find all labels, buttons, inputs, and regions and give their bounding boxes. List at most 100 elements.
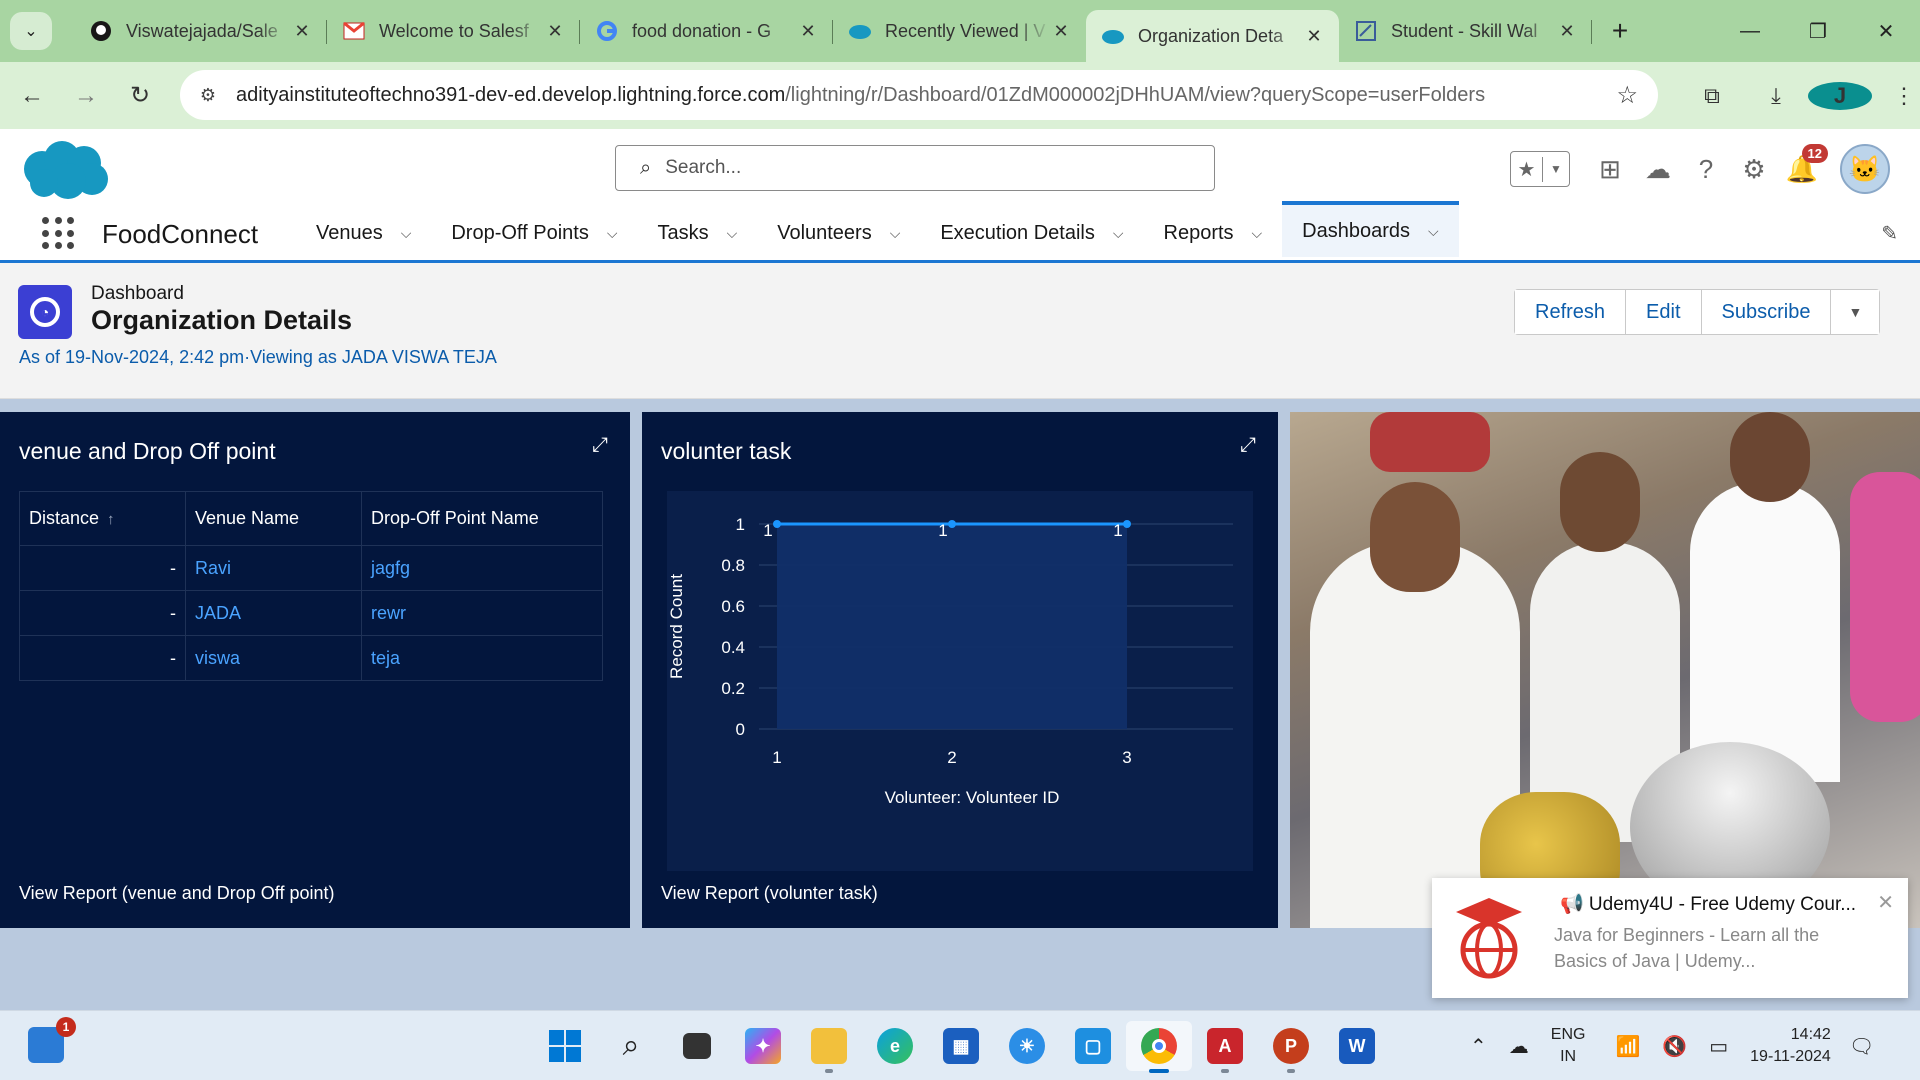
- profile-avatar[interactable]: J: [1808, 81, 1872, 110]
- nav-item-volunteers[interactable]: Volunteers ⌵: [757, 205, 920, 261]
- chrome-icon[interactable]: [1126, 1021, 1192, 1073]
- view-report-link[interactable]: View Report (volunter task): [661, 883, 878, 904]
- close-icon[interactable]: ✕: [1877, 890, 1894, 915]
- phone-link-icon[interactable]: ▢: [1060, 1021, 1126, 1071]
- chevron-down-icon[interactable]: ⌵: [727, 225, 738, 242]
- close-icon[interactable]: ✕: [797, 21, 819, 42]
- chevron-down-icon[interactable]: ⌵: [1428, 223, 1439, 240]
- dropoff-link[interactable]: rewr: [361, 590, 603, 636]
- edge-icon[interactable]: e: [862, 1021, 928, 1071]
- y-axis-label: Record Count: [667, 574, 686, 679]
- close-icon[interactable]: ✕: [1556, 21, 1578, 42]
- subscribe-button[interactable]: Subscribe: [1701, 290, 1832, 334]
- word-icon[interactable]: W: [1324, 1021, 1390, 1071]
- chevron-down-icon[interactable]: ⌵: [1252, 225, 1263, 242]
- close-window-icon[interactable]: ✕: [1852, 19, 1920, 44]
- refresh-button[interactable]: Refresh: [1515, 290, 1627, 334]
- weather-icon[interactable]: ☀: [994, 1021, 1060, 1071]
- nav-item-reports[interactable]: Reports ⌵: [1144, 205, 1283, 261]
- task-view-icon[interactable]: [664, 1021, 730, 1071]
- notification-badge: 12: [1801, 143, 1828, 163]
- chevron-down-icon[interactable]: ⌵: [1113, 225, 1124, 242]
- clock[interactable]: 14:42 19-11-2024: [1750, 1024, 1831, 1068]
- nav-item-tasks[interactable]: Tasks ⌵: [637, 205, 757, 261]
- more-actions-dropdown[interactable]: ▼: [1831, 290, 1880, 334]
- close-icon[interactable]: ✕: [291, 21, 313, 42]
- tab-search-button[interactable]: ⌄: [10, 12, 52, 50]
- wifi-icon[interactable]: 📶: [1615, 1034, 1640, 1059]
- reload-icon[interactable]: ↻: [118, 81, 162, 110]
- expand-icon[interactable]: ⤢: [592, 434, 608, 457]
- notification-center-icon[interactable]: 🗨: [1849, 1034, 1874, 1059]
- browser-tab[interactable]: Welcome to Salesf ✕: [327, 0, 580, 62]
- chevron-down-icon[interactable]: ⌵: [401, 225, 412, 242]
- y-tick-label: 0.6: [721, 597, 745, 616]
- powerpoint-icon[interactable]: P: [1258, 1021, 1324, 1073]
- speaker-muted-icon[interactable]: 🔇: [1662, 1034, 1687, 1059]
- browser-tab[interactable]: Recently Viewed | V ✕: [833, 0, 1086, 62]
- help-icon[interactable]: ?: [1682, 154, 1730, 185]
- language-indicator[interactable]: ENG IN: [1551, 1024, 1586, 1068]
- view-report-link[interactable]: View Report (venue and Drop Off point): [19, 883, 335, 904]
- acrobat-icon[interactable]: A: [1192, 1021, 1258, 1073]
- file-explorer-icon[interactable]: [796, 1021, 862, 1073]
- back-arrow-icon[interactable]: ←: [10, 82, 54, 110]
- expand-icon[interactable]: ⤢: [1240, 434, 1256, 457]
- forward-arrow-icon[interactable]: →: [64, 82, 108, 110]
- address-bar[interactable]: ⚙ adityainstituteoftechno391-dev-ed.deve…: [180, 70, 1658, 120]
- widgets-icon[interactable]: 1: [28, 1017, 76, 1063]
- dropoff-link[interactable]: teja: [361, 635, 603, 681]
- chevron-down-icon[interactable]: ⌵: [607, 225, 618, 242]
- close-icon[interactable]: ✕: [1050, 21, 1072, 42]
- new-tab-button[interactable]: +: [1602, 15, 1638, 47]
- browser-tab-active[interactable]: Organization Deta ✕: [1086, 10, 1339, 62]
- microsoft-store-icon[interactable]: ▦: [928, 1021, 994, 1071]
- user-avatar[interactable]: 🐱: [1840, 144, 1890, 194]
- copilot-icon[interactable]: ✦: [730, 1021, 796, 1071]
- nav-item-drop-off-points[interactable]: Drop-Off Points ⌵: [431, 205, 637, 261]
- edit-nav-pencil-icon[interactable]: ✎: [1881, 221, 1898, 246]
- trailhead-icon[interactable]: ☁: [1634, 154, 1682, 185]
- data-label: 1: [938, 521, 947, 540]
- onedrive-cloud-icon[interactable]: ☁: [1509, 1034, 1529, 1059]
- start-windows-icon[interactable]: [532, 1021, 598, 1071]
- salesforce-logo[interactable]: [20, 139, 112, 201]
- global-actions-plus-icon[interactable]: ⊞: [1586, 154, 1634, 185]
- venue-link[interactable]: viswa: [185, 635, 362, 681]
- chevron-up-icon[interactable]: ⌃: [1470, 1034, 1487, 1059]
- minimize-icon[interactable]: —: [1716, 20, 1784, 43]
- bookmark-star-icon[interactable]: ☆: [1616, 81, 1638, 110]
- browser-tab[interactable]: Student - Skill Wal ✕: [1339, 0, 1592, 62]
- edit-button[interactable]: Edit: [1626, 290, 1702, 334]
- venue-link[interactable]: Ravi: [185, 545, 362, 591]
- notifications-bell-icon[interactable]: 🔔 12: [1778, 143, 1828, 185]
- column-header-venue[interactable]: Venue Name: [185, 491, 362, 546]
- more-menu-icon[interactable]: ⋮: [1872, 83, 1920, 109]
- notification-toast[interactable]: 📢 Udemy4U - Free Udemy Cour... Java for …: [1432, 878, 1908, 998]
- close-icon[interactable]: ✕: [544, 21, 566, 42]
- setup-gear-icon[interactable]: ⚙: [1730, 154, 1778, 185]
- column-header-dropoff[interactable]: Drop-Off Point Name: [361, 491, 603, 546]
- extensions-icon[interactable]: ⧉: [1680, 83, 1744, 109]
- nav-item-execution-details[interactable]: Execution Details ⌵: [920, 205, 1143, 261]
- column-header-distance[interactable]: Distance ↑: [19, 491, 186, 546]
- battery-icon[interactable]: ▭: [1709, 1034, 1728, 1059]
- chevron-down-icon[interactable]: ⌵: [890, 225, 901, 242]
- x-axis-label: Volunteer: Volunteer ID: [885, 788, 1060, 807]
- nav-item-venues[interactable]: Venues ⌵: [296, 205, 431, 261]
- search-icon[interactable]: ⌕: [598, 1021, 664, 1071]
- global-search-input[interactable]: ⌕ Search...: [615, 145, 1215, 191]
- dropoff-link[interactable]: jagfg: [361, 545, 603, 591]
- close-icon[interactable]: ✕: [1303, 26, 1325, 47]
- browser-tab[interactable]: food donation - G ✕: [580, 0, 833, 62]
- nav-item-dashboards[interactable]: Dashboards ⌵: [1282, 201, 1459, 257]
- download-icon[interactable]: ⤓: [1744, 83, 1808, 109]
- venue-link[interactable]: JADA: [185, 590, 362, 636]
- browser-actions: ⧉ ⤓ J ⋮: [1680, 62, 1920, 129]
- browser-tab[interactable]: Viswatejajada/Sale ✕: [74, 0, 327, 62]
- restore-icon[interactable]: ❐: [1784, 19, 1852, 44]
- favorites-button[interactable]: ★ ▼: [1510, 151, 1570, 187]
- app-launcher-icon[interactable]: [42, 217, 76, 251]
- site-info-icon[interactable]: ⚙: [180, 85, 236, 106]
- area-fill: [777, 524, 1127, 729]
